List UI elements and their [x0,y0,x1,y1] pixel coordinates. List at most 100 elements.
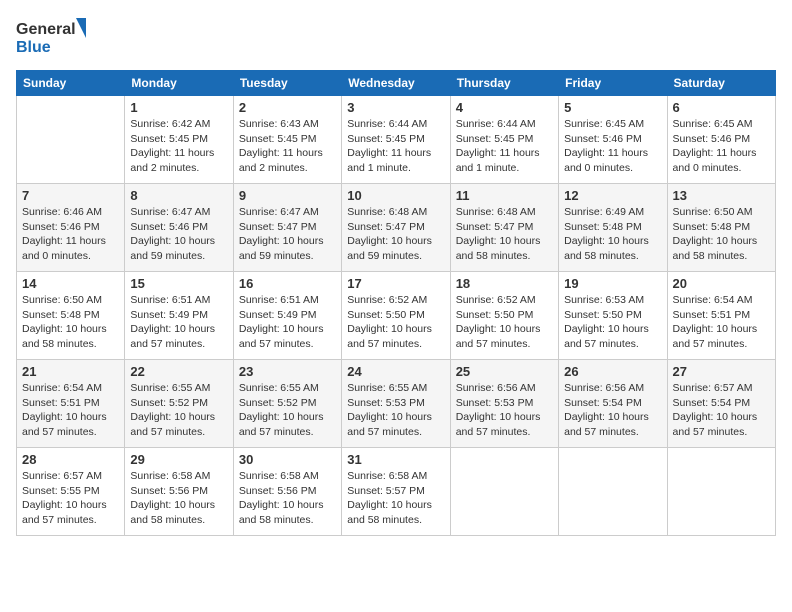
header: General Blue [16,16,776,60]
day-info: Sunrise: 6:42 AM Sunset: 5:45 PM Dayligh… [130,117,227,176]
logo-svg: General Blue [16,16,86,60]
day-info: Sunrise: 6:54 AM Sunset: 5:51 PM Dayligh… [22,381,119,440]
day-number: 30 [239,452,336,467]
day-number: 21 [22,364,119,379]
calendar-cell: 28 Sunrise: 6:57 AM Sunset: 5:55 PM Dayli… [17,448,125,536]
day-info: Sunrise: 6:57 AM Sunset: 5:55 PM Dayligh… [22,469,119,528]
calendar-cell: 1 Sunrise: 6:42 AM Sunset: 5:45 PM Daylig… [125,96,233,184]
weekday-header: Wednesday [342,71,450,96]
day-info: Sunrise: 6:58 AM Sunset: 5:57 PM Dayligh… [347,469,444,528]
calendar-cell: 24 Sunrise: 6:55 AM Sunset: 5:53 PM Dayli… [342,360,450,448]
day-info: Sunrise: 6:44 AM Sunset: 5:45 PM Dayligh… [347,117,444,176]
day-info: Sunrise: 6:47 AM Sunset: 5:47 PM Dayligh… [239,205,336,264]
day-info: Sunrise: 6:53 AM Sunset: 5:50 PM Dayligh… [564,293,661,352]
calendar-cell: 22 Sunrise: 6:55 AM Sunset: 5:52 PM Dayli… [125,360,233,448]
day-number: 27 [673,364,770,379]
calendar-cell: 12 Sunrise: 6:49 AM Sunset: 5:48 PM Dayli… [559,184,667,272]
day-number: 8 [130,188,227,203]
day-number: 19 [564,276,661,291]
weekday-header: Saturday [667,71,775,96]
day-number: 10 [347,188,444,203]
calendar-cell: 18Sunrise: 6:52 AM Sunset: 5:50 PM Dayli… [450,272,558,360]
day-info: Sunrise: 6:47 AM Sunset: 5:46 PM Dayligh… [130,205,227,264]
day-info: Sunrise: 6:58 AM Sunset: 5:56 PM Dayligh… [130,469,227,528]
calendar-cell [450,448,558,536]
day-info: Sunrise: 6:57 AM Sunset: 5:54 PM Dayligh… [673,381,770,440]
day-number: 5 [564,100,661,115]
day-info: Sunrise: 6:55 AM Sunset: 5:53 PM Dayligh… [347,381,444,440]
day-info: Sunrise: 6:56 AM Sunset: 5:54 PM Dayligh… [564,381,661,440]
calendar-cell: 25 Sunrise: 6:56 AM Sunset: 5:53 PM Dayli… [450,360,558,448]
day-info: Sunrise: 6:55 AM Sunset: 5:52 PM Dayligh… [239,381,336,440]
day-info: Sunrise: 6:45 AM Sunset: 5:46 PM Dayligh… [673,117,770,176]
svg-text:General: General [16,21,76,38]
day-info: Sunrise: 6:46 AM Sunset: 5:46 PM Dayligh… [22,205,119,264]
day-info: Sunrise: 6:50 AM Sunset: 5:48 PM Dayligh… [22,293,119,352]
day-number: 25 [456,364,553,379]
day-info: Sunrise: 6:45 AM Sunset: 5:46 PM Dayligh… [564,117,661,176]
calendar-cell: 2 Sunrise: 6:43 AM Sunset: 5:45 PM Daylig… [233,96,341,184]
calendar-cell: 7Sunrise: 6:46 AM Sunset: 5:46 PM Daylig… [17,184,125,272]
day-number: 2 [239,100,336,115]
day-number: 1 [130,100,227,115]
calendar-cell [667,448,775,536]
day-number: 28 [22,452,119,467]
calendar-cell: 21 Sunrise: 6:54 AM Sunset: 5:51 PM Dayli… [17,360,125,448]
calendar-week-row: 1 Sunrise: 6:42 AM Sunset: 5:45 PM Daylig… [17,96,776,184]
day-number: 31 [347,452,444,467]
calendar-cell: 31 Sunrise: 6:58 AM Sunset: 5:57 PM Dayli… [342,448,450,536]
calendar-cell: 3 Sunrise: 6:44 AM Sunset: 5:45 PM Daylig… [342,96,450,184]
calendar-cell: 20 Sunrise: 6:54 AM Sunset: 5:51 PM Dayli… [667,272,775,360]
weekday-header: Tuesday [233,71,341,96]
calendar-week-row: 14 Sunrise: 6:50 AM Sunset: 5:48 PM Dayli… [17,272,776,360]
calendar-header-row: SundayMondayTuesdayWednesdayThursdayFrid… [17,71,776,96]
day-number: 26 [564,364,661,379]
day-info: Sunrise: 6:50 AM Sunset: 5:48 PM Dayligh… [673,205,770,264]
calendar-cell: 26 Sunrise: 6:56 AM Sunset: 5:54 PM Dayli… [559,360,667,448]
day-number: 20 [673,276,770,291]
day-info: Sunrise: 6:51 AM Sunset: 5:49 PM Dayligh… [130,293,227,352]
calendar-cell: 9 Sunrise: 6:47 AM Sunset: 5:47 PM Daylig… [233,184,341,272]
day-number: 3 [347,100,444,115]
calendar-week-row: 21 Sunrise: 6:54 AM Sunset: 5:51 PM Dayli… [17,360,776,448]
day-info: Sunrise: 6:48 AM Sunset: 5:47 PM Dayligh… [456,205,553,264]
calendar-cell: 15 Sunrise: 6:51 AM Sunset: 5:49 PM Dayli… [125,272,233,360]
day-info: Sunrise: 6:43 AM Sunset: 5:45 PM Dayligh… [239,117,336,176]
calendar-cell: 30 Sunrise: 6:58 AM Sunset: 5:56 PM Dayli… [233,448,341,536]
calendar-cell [17,96,125,184]
day-number: 16 [239,276,336,291]
calendar-cell: 19 Sunrise: 6:53 AM Sunset: 5:50 PM Dayli… [559,272,667,360]
weekday-header: Monday [125,71,233,96]
day-number: 29 [130,452,227,467]
day-number: 6 [673,100,770,115]
calendar-cell: 11Sunrise: 6:48 AM Sunset: 5:47 PM Dayli… [450,184,558,272]
day-number: 23 [239,364,336,379]
day-number: 4 [456,100,553,115]
day-number: 15 [130,276,227,291]
calendar-cell: 10 Sunrise: 6:48 AM Sunset: 5:47 PM Dayli… [342,184,450,272]
day-info: Sunrise: 6:56 AM Sunset: 5:53 PM Dayligh… [456,381,553,440]
day-number: 14 [22,276,119,291]
day-info: Sunrise: 6:55 AM Sunset: 5:52 PM Dayligh… [130,381,227,440]
day-info: Sunrise: 6:48 AM Sunset: 5:47 PM Dayligh… [347,205,444,264]
day-info: Sunrise: 6:54 AM Sunset: 5:51 PM Dayligh… [673,293,770,352]
calendar: SundayMondayTuesdayWednesdayThursdayFrid… [16,70,776,536]
day-number: 12 [564,188,661,203]
calendar-cell: 5 Sunrise: 6:45 AM Sunset: 5:46 PM Daylig… [559,96,667,184]
day-info: Sunrise: 6:44 AM Sunset: 5:45 PM Dayligh… [456,117,553,176]
day-number: 13 [673,188,770,203]
calendar-cell: 17Sunrise: 6:52 AM Sunset: 5:50 PM Dayli… [342,272,450,360]
calendar-cell: 27 Sunrise: 6:57 AM Sunset: 5:54 PM Dayli… [667,360,775,448]
svg-text:Blue: Blue [16,39,51,56]
day-info: Sunrise: 6:49 AM Sunset: 5:48 PM Dayligh… [564,205,661,264]
calendar-cell: 4 Sunrise: 6:44 AM Sunset: 5:45 PM Daylig… [450,96,558,184]
calendar-cell: 13 Sunrise: 6:50 AM Sunset: 5:48 PM Dayli… [667,184,775,272]
day-info: Sunrise: 6:51 AM Sunset: 5:49 PM Dayligh… [239,293,336,352]
calendar-cell: 23 Sunrise: 6:55 AM Sunset: 5:52 PM Dayli… [233,360,341,448]
day-info: Sunrise: 6:58 AM Sunset: 5:56 PM Dayligh… [239,469,336,528]
calendar-cell: 16 Sunrise: 6:51 AM Sunset: 5:49 PM Dayli… [233,272,341,360]
weekday-header: Friday [559,71,667,96]
day-number: 22 [130,364,227,379]
day-number: 9 [239,188,336,203]
day-number: 24 [347,364,444,379]
